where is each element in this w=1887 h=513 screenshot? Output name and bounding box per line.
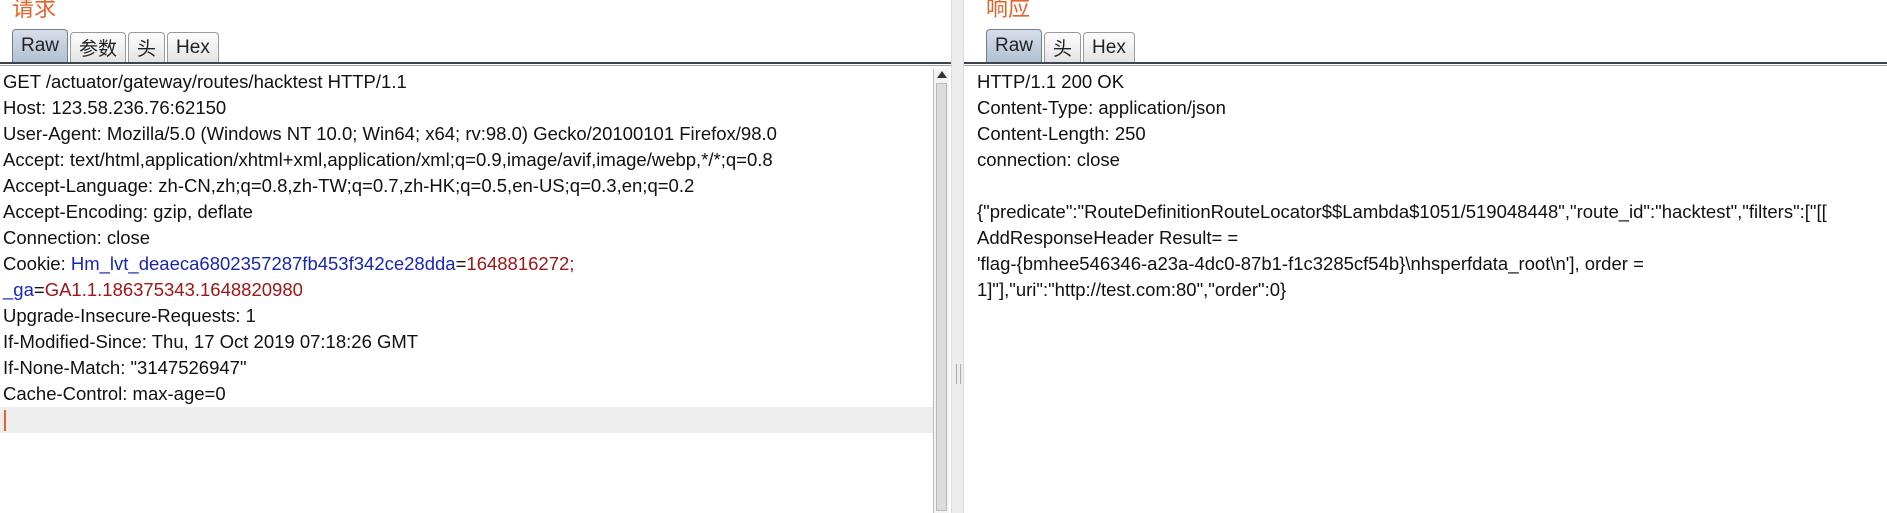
request-tab-params[interactable]: 参数 [70, 32, 127, 62]
response-body-line: 1]"],"uri":"http://test.com:80","order":… [977, 279, 1287, 300]
cookie-line: Cookie: Hm_lvt_deaeca6802357287fb453f342… [0, 251, 933, 277]
request-line: Cache-Control: max-age=0 [3, 383, 226, 404]
request-line: Upgrade-Insecure-Requests: 1 [3, 305, 256, 326]
cookie-value-1: 1648816272 [466, 253, 570, 274]
response-body-line: 'flag-{bmhee546346-a23a-4dc0-87b1-f1c328… [977, 253, 1644, 274]
request-line: Host: 123.58.236.76:62150 [3, 97, 227, 118]
request-line: User-Agent: Mozilla/5.0 (Windows NT 10.0… [3, 123, 777, 144]
response-line: Content-Type: application/json [977, 97, 1226, 118]
scroll-up-arrow-icon[interactable] [937, 71, 947, 78]
cookie-name-1: Hm_lvt_deaeca6802357287fb453f342ce28dda [70, 253, 456, 274]
response-line [974, 173, 1887, 199]
cookie-name-2: _ga [3, 279, 34, 300]
response-tab-raw[interactable]: Raw [986, 29, 1043, 62]
response-tab-underline-thin [964, 65, 1887, 66]
cookie-value-2: GA1.1.186375343.1648820980 [44, 279, 303, 300]
request-tabbar: Raw 参数 头 Hex [12, 28, 221, 62]
response-line: HTTP/1.1 200 OK [977, 71, 1125, 92]
text-caret [4, 410, 6, 431]
response-tab-hex[interactable]: Hex [1083, 32, 1135, 62]
response-line: Content-Length: 250 [977, 123, 1146, 144]
response-title: 响应 [986, 0, 1031, 22]
scroll-thumb[interactable] [936, 83, 947, 511]
request-line: Accept-Encoding: gzip, deflate [3, 201, 253, 222]
request-tab-headers[interactable]: 头 [128, 32, 166, 62]
response-editor[interactable]: HTTP/1.1 200 OK Content-Type: applicatio… [974, 69, 1887, 513]
request-line: If-Modified-Since: Thu, 17 Oct 2019 07:1… [3, 331, 419, 352]
request-tab-underline-thin [0, 65, 951, 66]
cookie-line-cont: _ga=GA1.1.186375343.1648820980 [0, 277, 933, 303]
request-line: Accept-Language: zh-CN,zh;q=0.8,zh-TW;q=… [3, 175, 695, 196]
response-tabbar: Raw 头 Hex [986, 28, 1137, 62]
cookie-separator: ; [569, 253, 575, 274]
response-tab-underline [964, 62, 1887, 64]
split-divider[interactable] [951, 0, 964, 513]
response-line: connection: close [977, 149, 1120, 170]
request-line: Accept: text/html,application/xhtml+xml,… [3, 149, 773, 170]
current-line[interactable] [0, 407, 933, 433]
request-line: If-None-Match: "3147526947" [3, 357, 247, 378]
cookie-label: Cookie: [3, 253, 71, 274]
response-body-line: AddResponseHeader Result= = [977, 227, 1239, 248]
response-body-line: {"predicate":"RouteDefinitionRouteLocato… [977, 201, 1827, 222]
request-title: 请求 [12, 0, 57, 22]
cookie-eq-1: = [455, 253, 467, 274]
request-pane: 请求 Raw 参数 头 Hex GET /actuator/gateway/ro… [0, 0, 951, 513]
request-editor[interactable]: GET /actuator/gateway/routes/hacktest HT… [0, 69, 933, 513]
request-line: Connection: close [3, 227, 151, 248]
divider-grip-icon[interactable] [956, 364, 961, 384]
cookie-eq-2: = [33, 279, 45, 300]
response-pane: 响应 Raw 头 Hex HTTP/1.1 200 OK Content-Typ… [964, 0, 1887, 513]
request-tab-underline [0, 62, 951, 64]
response-tab-headers[interactable]: 头 [1044, 32, 1082, 62]
request-scrollbar[interactable] [933, 69, 949, 513]
request-tab-hex[interactable]: Hex [167, 32, 219, 62]
request-tab-raw[interactable]: Raw [12, 29, 69, 62]
request-line: GET /actuator/gateway/routes/hacktest HT… [3, 71, 407, 92]
